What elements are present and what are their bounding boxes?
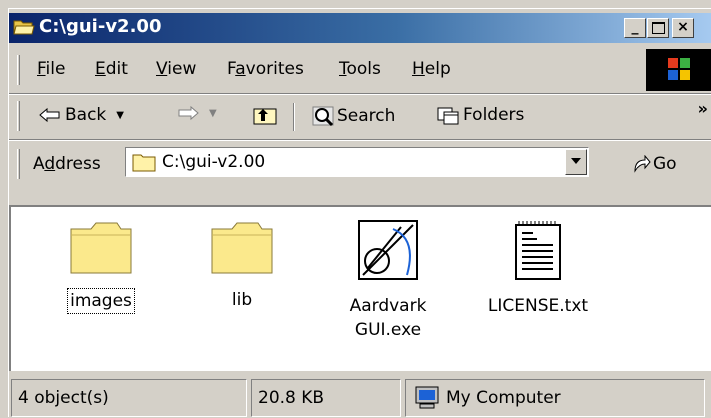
file-item-images[interactable]: images <box>46 219 156 314</box>
file-item-license-txt[interactable]: LICENSE.txt <box>483 219 593 318</box>
file-label: Aardvark GUI.exe <box>349 296 427 340</box>
menu-edit[interactable]: Edit <box>95 59 128 79</box>
search-button[interactable]: Search <box>311 105 395 127</box>
back-dropdown-icon[interactable]: ▼ <box>116 110 124 121</box>
folders-icon <box>437 107 459 125</box>
folders-button[interactable]: Folders <box>437 105 524 125</box>
windows-logo-icon <box>646 49 711 91</box>
folder-icon <box>211 222 273 274</box>
close-button[interactable]: × <box>672 18 694 38</box>
folder-open-icon <box>13 20 35 35</box>
go-label: Go <box>653 154 677 174</box>
menu-file[interactable]: File <box>37 59 65 79</box>
file-label: images <box>67 288 135 314</box>
go-arrow-icon <box>634 155 651 173</box>
back-arrow-icon <box>39 107 60 123</box>
back-button[interactable]: Back ▼ <box>39 105 124 125</box>
status-bar: 4 object(s) 20.8 KB My Computer <box>9 375 711 418</box>
address-grip[interactable] <box>17 149 20 179</box>
forward-arrow-icon <box>178 105 199 121</box>
back-label: Back <box>65 105 107 125</box>
search-label: Search <box>337 106 396 126</box>
exe-icon <box>358 220 418 280</box>
menu-favorites[interactable]: Favorites <box>227 59 304 79</box>
explorer-window: C:\gui-v2.00 _ × File Edit View Favorite… <box>8 8 711 417</box>
file-item-aardvark-gui-exe[interactable]: Aardvark GUI.exe <box>333 219 443 342</box>
toolbar-separator <box>293 103 295 131</box>
status-zone: My Computer <box>405 379 705 417</box>
toolbar-grip[interactable] <box>17 101 20 131</box>
up-folder-button[interactable] <box>253 105 277 125</box>
menu-help[interactable]: Help <box>412 59 451 79</box>
go-button[interactable]: Go <box>631 154 677 174</box>
close-icon: × <box>677 19 689 35</box>
status-object-count: 4 object(s) <box>11 379 247 417</box>
up-folder-icon <box>253 108 277 125</box>
status-size: 20.8 KB <box>251 379 401 417</box>
file-label: lib <box>231 290 253 310</box>
menu-bar: File Edit View Favorites Tools Help <box>9 49 711 93</box>
address-dropdown-button[interactable] <box>565 149 587 175</box>
menu-grip[interactable] <box>17 55 20 85</box>
minimize-button[interactable]: _ <box>624 18 646 38</box>
file-list[interactable]: images lib Aardvark GUI.exe LICENSE.txt <box>9 205 711 371</box>
search-icon <box>312 106 334 127</box>
folder-icon <box>70 222 132 274</box>
window-title: C:\gui-v2.00 <box>39 16 162 37</box>
maximize-button[interactable] <box>647 18 669 38</box>
computer-icon <box>415 386 439 409</box>
address-input[interactable]: C:\gui-v2.00 <box>125 147 589 177</box>
menu-view[interactable]: View <box>156 59 196 79</box>
folders-label: Folders <box>463 105 525 125</box>
maximize-icon <box>651 22 665 34</box>
address-bar: Address C:\gui-v2.00 Go <box>9 141 711 187</box>
address-value: C:\gui-v2.00 <box>162 152 266 172</box>
forward-button[interactable]: ▼ <box>177 105 217 121</box>
file-label: LICENSE.txt <box>487 296 589 316</box>
toolbar-more-icon[interactable]: » <box>698 99 708 118</box>
file-item-lib[interactable]: lib <box>187 219 297 312</box>
menu-tools[interactable]: Tools <box>339 59 381 79</box>
standard-toolbar: Back ▼ ▼ Search Folders » <box>9 95 711 139</box>
text-file-icon <box>515 221 561 280</box>
forward-dropdown-icon[interactable]: ▼ <box>209 108 217 119</box>
dropdown-arrow-icon <box>571 158 581 164</box>
title-bar[interactable]: C:\gui-v2.00 _ × <box>9 13 711 43</box>
folder-icon <box>132 154 156 172</box>
address-label: Address <box>33 154 101 174</box>
minimize-icon: _ <box>631 19 639 35</box>
